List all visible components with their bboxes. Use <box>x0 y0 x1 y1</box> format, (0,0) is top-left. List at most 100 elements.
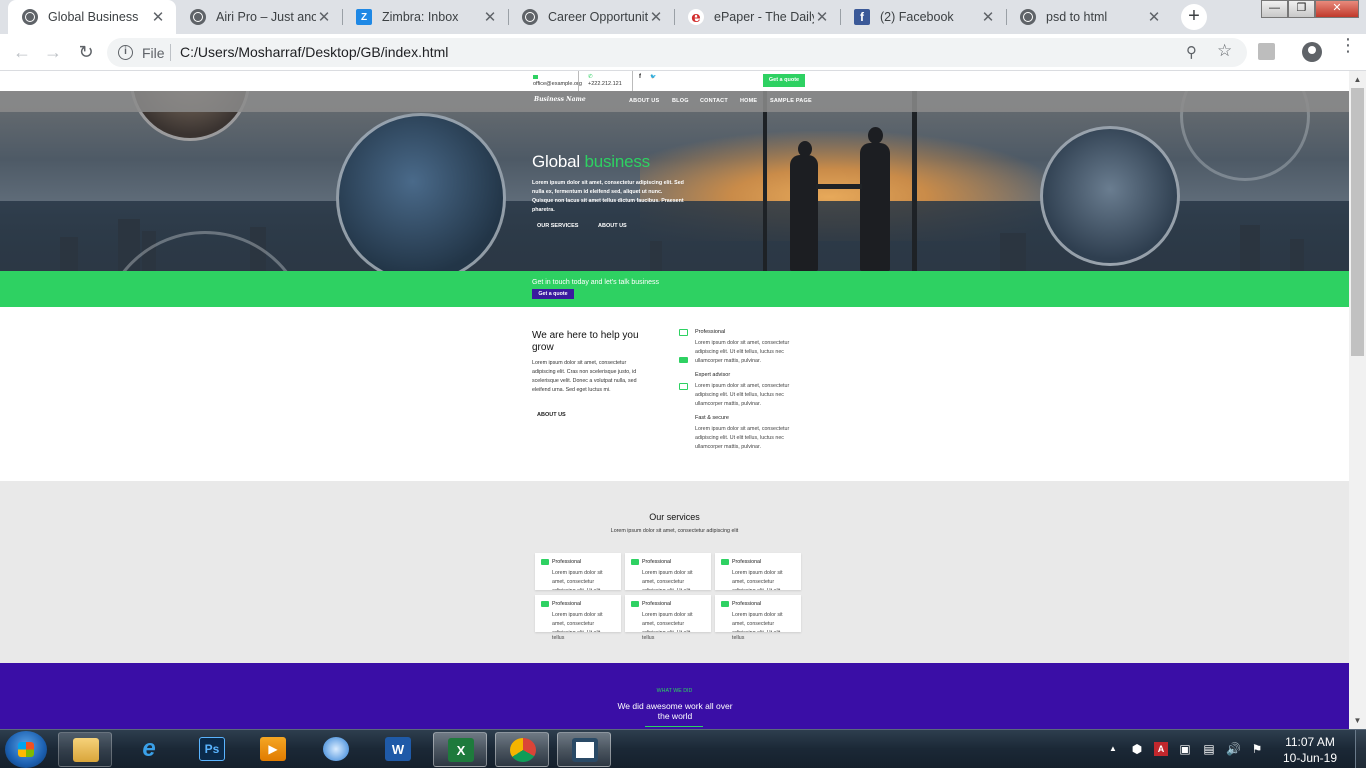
new-tab-button[interactable]: + <box>1181 4 1207 30</box>
taskbar-outlook[interactable] <box>309 732 363 767</box>
scroll-down-arrow[interactable]: ▼ <box>1349 712 1366 729</box>
service-card[interactable]: Professional Lorem ipsum dolor sit amet,… <box>625 553 711 590</box>
phone-contact[interactable]: ✆ +222.212.121 <box>588 74 622 88</box>
profile-avatar[interactable] <box>1302 42 1322 62</box>
start-button[interactable] <box>5 731 47 768</box>
clock-date: 10-Jun-19 <box>1282 751 1338 765</box>
scroll-up-arrow[interactable]: ▲ <box>1349 71 1366 88</box>
taskbar-chrome[interactable] <box>495 732 549 767</box>
scroll-thumb[interactable] <box>1351 88 1364 356</box>
network-icon[interactable]: ▣ <box>1178 742 1192 756</box>
feature-text: Lorem ipsum dolor sit amet, consectetur … <box>695 340 790 364</box>
media-player-icon: ▶ <box>260 737 286 761</box>
menu-icon[interactable]: ⋮ <box>1339 36 1357 54</box>
system-clock[interactable]: 11:07 AM 10-Jun-19 <box>1278 734 1342 766</box>
action-center-flag-icon[interactable]: ⚑ <box>1250 742 1264 756</box>
close-tab-icon[interactable]: ✕ <box>482 8 498 26</box>
nav-about-us[interactable]: ABOUT US <box>629 98 659 104</box>
mail-icon <box>533 74 538 79</box>
back-button[interactable]: ← <box>10 41 34 65</box>
taskbar-app[interactable] <box>557 732 611 767</box>
close-tab-icon[interactable]: ✕ <box>1146 8 1162 26</box>
professional-icon <box>679 329 688 336</box>
nav-sample-page[interactable]: SAMPLE PAGE <box>770 98 812 104</box>
tab-title: Zimbra: Inbox <box>382 10 459 24</box>
taskbar-media-player[interactable]: ▶ <box>246 732 300 767</box>
heading-underline <box>645 726 703 727</box>
close-tab-icon[interactable]: ✕ <box>814 8 830 26</box>
site-logo[interactable]: Business Name <box>534 96 586 103</box>
tab-title: (2) Facebook <box>880 10 954 24</box>
taskbar-word[interactable]: W <box>371 732 425 767</box>
cta-quote-button[interactable]: Get a quote <box>532 289 574 299</box>
facebook-icon[interactable]: f <box>639 74 641 80</box>
about-us-button[interactable]: ABOUT US <box>598 223 627 229</box>
service-title: Professional <box>732 601 762 607</box>
zoom-icon[interactable]: ⚲ <box>1186 43 1197 61</box>
minimize-button[interactable]: — <box>1261 0 1288 18</box>
service-icon <box>631 559 639 565</box>
info-icon[interactable]: i <box>118 45 133 60</box>
tab-psd-to-html[interactable]: psd to html ✕ <box>1006 0 1172 34</box>
close-tab-icon[interactable]: ✕ <box>648 8 664 26</box>
show-hidden-icons[interactable]: ▲ <box>1106 742 1120 756</box>
epaper-icon: e <box>688 8 704 26</box>
feature-title: Expert advisor <box>695 372 731 378</box>
page-topbar: office@example.org ✆ +222.212.121 f 🐦 Get… <box>0 71 1349 91</box>
close-tab-icon[interactable]: ✕ <box>980 8 996 26</box>
dropbox-icon[interactable]: ⬢ <box>1130 742 1144 756</box>
photo-bubble <box>336 113 506 271</box>
taskbar-file-explorer[interactable] <box>58 732 112 767</box>
close-tab-icon[interactable]: ✕ <box>150 8 166 26</box>
our-services-button[interactable]: OUR SERVICES <box>537 223 578 229</box>
about-us-link[interactable]: ABOUT US <box>537 412 566 418</box>
tab-title: Global Business <box>48 10 139 24</box>
taskbar-excel[interactable]: X <box>433 732 487 767</box>
forward-button[interactable]: → <box>41 41 65 65</box>
tab-zimbra[interactable]: Z Zimbra: Inbox ✕ <box>342 0 508 34</box>
volume-icon[interactable]: 🔊 <box>1226 742 1241 756</box>
show-desktop-button[interactable] <box>1355 730 1366 768</box>
bookmark-star-icon[interactable]: ☆ <box>1217 41 1232 61</box>
nav-blog[interactable]: BLOG <box>672 98 689 104</box>
service-text: Lorem ipsum dolor sit amet, consectetur … <box>642 612 693 632</box>
service-card[interactable]: Professional Lorem ipsum dolor sit amet,… <box>535 595 621 632</box>
get-quote-button[interactable]: Get a quote <box>763 74 805 87</box>
battery-icon[interactable]: ▤ <box>1202 742 1216 756</box>
tab-career-opportunity[interactable]: Career Opportunity ✕ <box>508 0 674 34</box>
service-card[interactable]: Professional Lorem ipsum dolor sit amet,… <box>715 595 801 632</box>
close-window-button[interactable]: ✕ <box>1315 0 1359 18</box>
overflow-text: tellus <box>642 635 655 641</box>
email-contact[interactable]: office@example.org <box>533 74 582 88</box>
hero-section: Business Name ABOUT US BLOG CONTACT HOME… <box>0 91 1349 271</box>
nav-contact[interactable]: CONTACT <box>700 98 728 104</box>
twitter-icon[interactable]: 🐦 <box>650 74 656 80</box>
clock-time: 11:07 AM <box>1285 735 1335 749</box>
phone-text: +222.212.121 <box>588 81 622 87</box>
pdf-extension-icon[interactable] <box>1258 43 1275 60</box>
tab-title: Airi Pro – Just anoth <box>216 10 316 24</box>
nav-home[interactable]: HOME <box>740 98 757 104</box>
service-card[interactable]: Professional Lorem ipsum dolor sit amet,… <box>535 553 621 590</box>
tab-epaper[interactable]: e ePaper - The Daily ✕ <box>674 0 840 34</box>
page-scrollbar[interactable]: ▲ ▼ <box>1349 71 1366 729</box>
adobe-icon[interactable]: A <box>1154 742 1168 756</box>
url-text[interactable]: C:/Users/Mosharraf/Desktop/GB/index.html <box>180 44 448 60</box>
zimbra-icon: Z <box>356 9 372 25</box>
divider <box>578 71 579 91</box>
taskbar-photoshop[interactable]: Ps <box>185 732 239 767</box>
maximize-button[interactable]: ❐ <box>1288 0 1315 18</box>
tab-airi-pro[interactable]: Airi Pro – Just anoth ✕ <box>176 0 342 34</box>
service-card[interactable]: Professional Lorem ipsum dolor sit amet,… <box>715 553 801 590</box>
address-bar[interactable]: i File C:/Users/Mosharraf/Desktop/GB/ind… <box>107 38 1247 67</box>
tab-facebook[interactable]: f (2) Facebook ✕ <box>840 0 1006 34</box>
close-tab-icon[interactable]: ✕ <box>316 8 332 26</box>
secure-icon <box>679 383 688 390</box>
ie-icon: e <box>142 735 156 762</box>
service-card[interactable]: Professional Lorem ipsum dolor sit amet,… <box>625 595 711 632</box>
folder-icon <box>73 738 99 762</box>
feature-text: Lorem ipsum dolor sit amet, consectetur … <box>695 383 790 407</box>
reload-button[interactable]: ↻ <box>74 41 98 65</box>
tab-global-business[interactable]: Global Business ✕ <box>8 0 176 34</box>
taskbar-internet-explorer[interactable]: e <box>122 732 176 767</box>
